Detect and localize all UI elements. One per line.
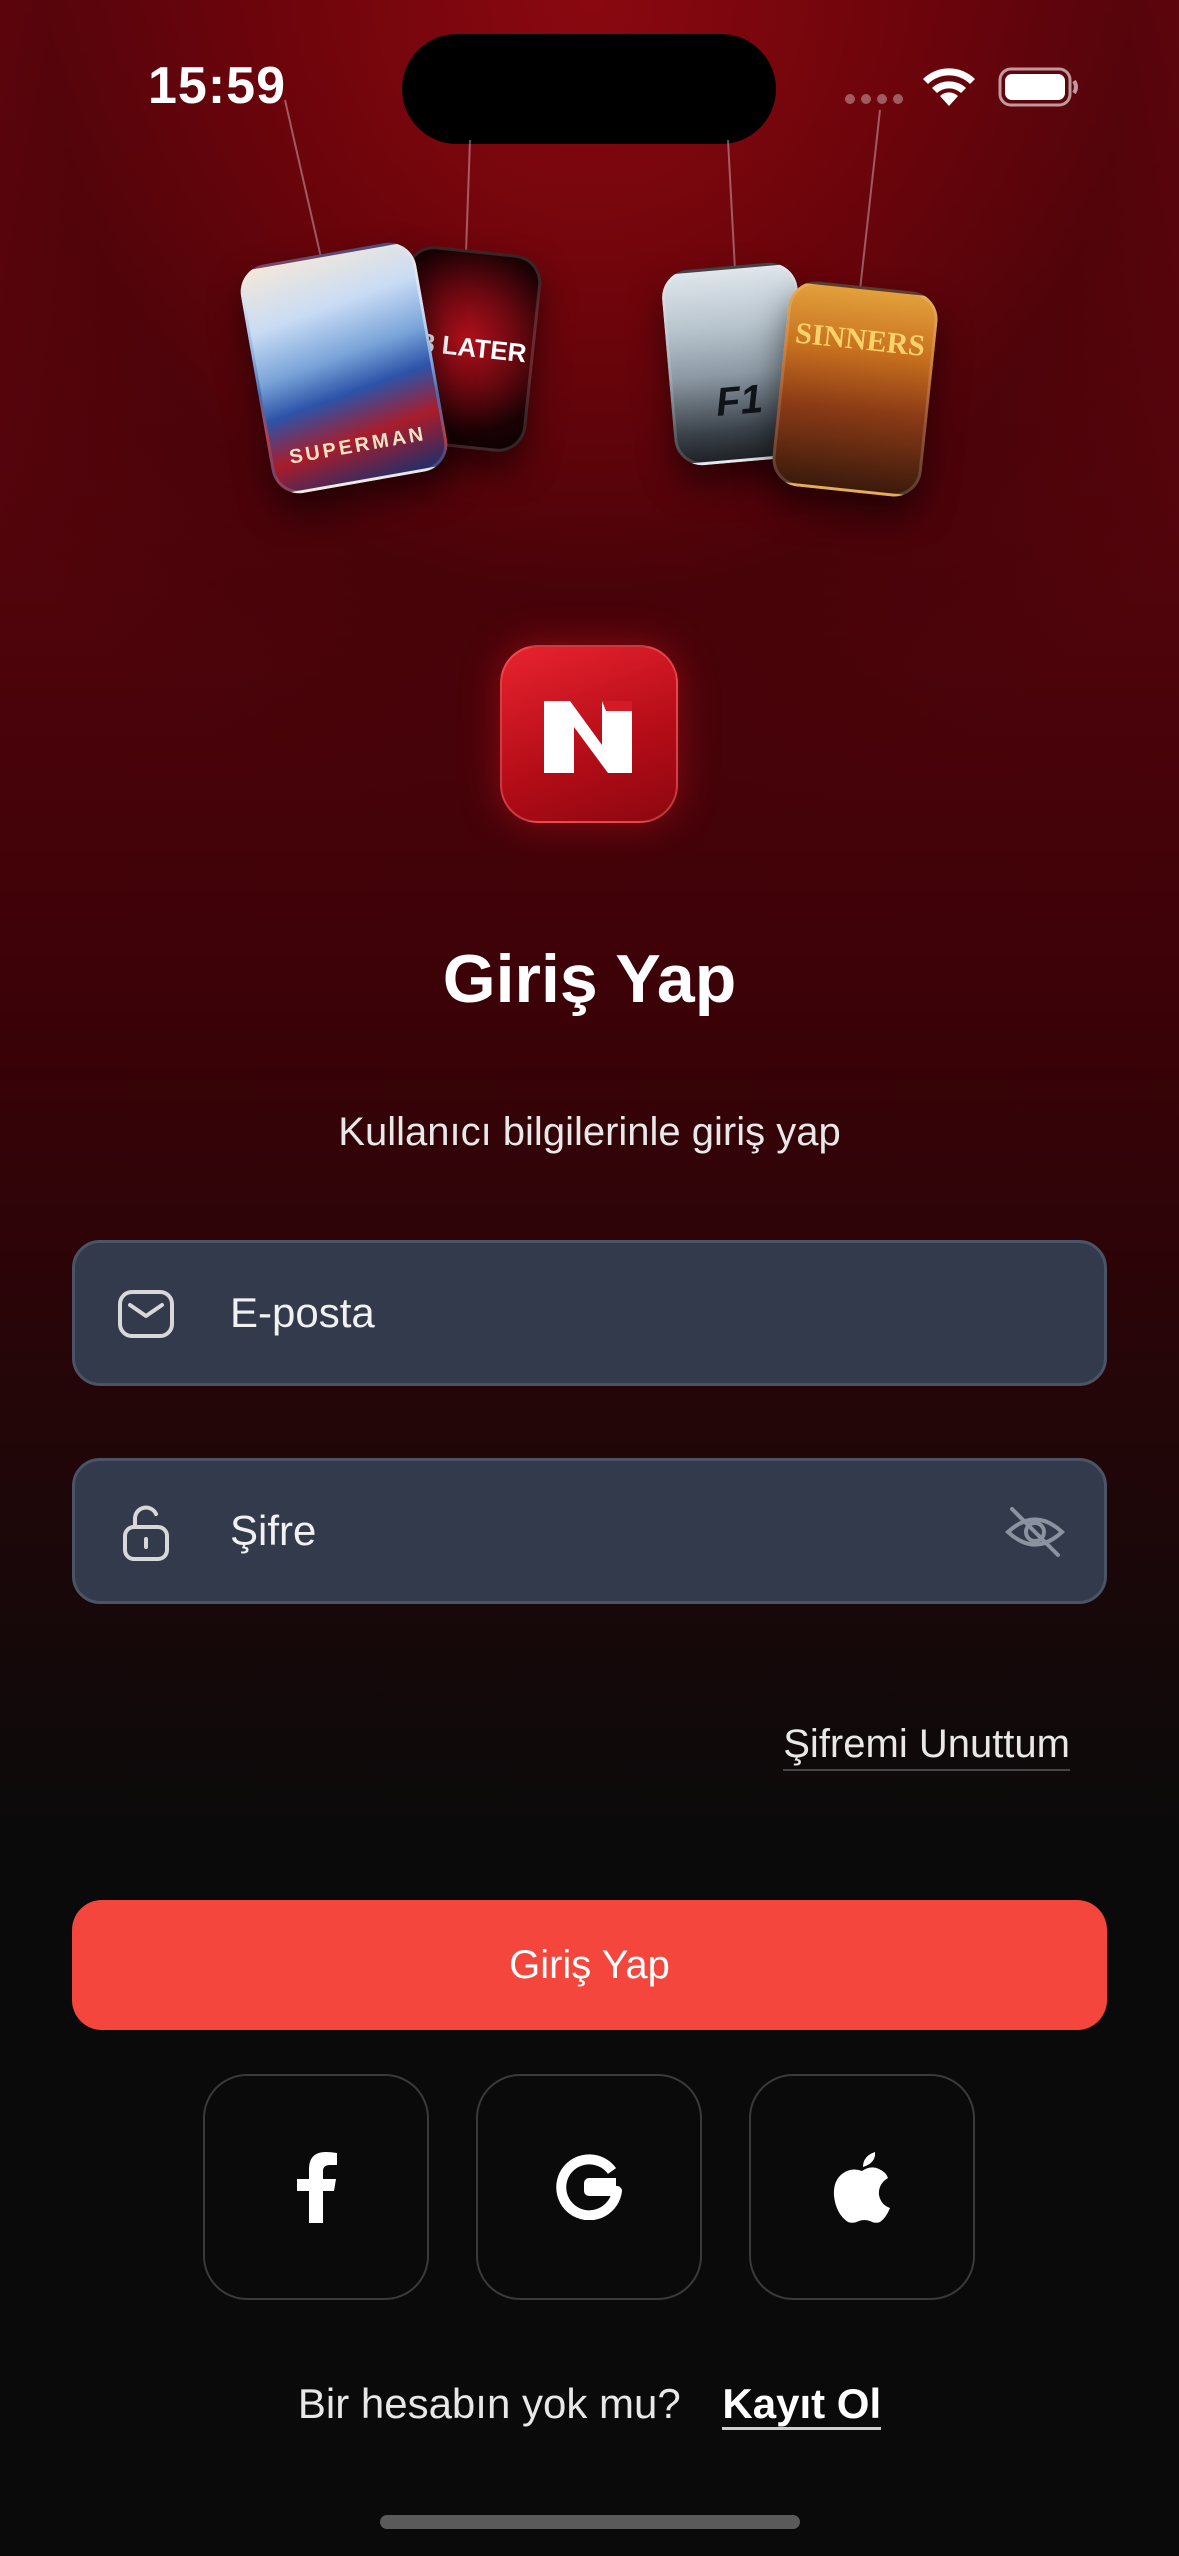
mail-icon — [118, 1290, 174, 1338]
password-field[interactable] — [72, 1458, 1107, 1604]
eye-off-icon[interactable] — [1002, 1501, 1068, 1563]
password-input[interactable] — [230, 1461, 1010, 1601]
login-button[interactable]: Giriş Yap — [72, 1900, 1107, 2030]
unlock-icon — [123, 1505, 169, 1561]
logo-n-icon — [544, 701, 632, 773]
apple-icon — [833, 2152, 890, 2223]
apple-login-button[interactable] — [749, 2074, 975, 2300]
email-field[interactable] — [72, 1240, 1107, 1386]
email-input[interactable] — [230, 1243, 1010, 1383]
facebook-login-button[interactable] — [203, 2074, 429, 2300]
forgot-password-link[interactable]: Şifremi Unuttum — [783, 1722, 1070, 1771]
home-indicator[interactable] — [380, 2515, 800, 2529]
facebook-icon — [297, 2152, 337, 2223]
app-logo — [500, 645, 678, 823]
signup-row: Bir hesabın yok mu? Kayıt Ol — [0, 2380, 1179, 2430]
page-title: Giriş Yap — [442, 941, 737, 1017]
poster-strings — [284, 99, 881, 291]
signup-prompt: Bir hesabın yok mu? — [297, 2380, 681, 2427]
movie-poster-sinners: SINNERS — [769, 278, 941, 500]
signup-link[interactable]: Kayıt Ol — [722, 2380, 882, 2430]
login-screen: 15:59 28 LATER SUPERMAN F1 SINNERS Giriş… — [0, 0, 1179, 2556]
google-login-button[interactable] — [476, 2074, 702, 2300]
google-icon — [556, 2154, 622, 2220]
page-subtitle: Kullanıcı bilgilerinle giriş yap — [338, 1110, 841, 1154]
